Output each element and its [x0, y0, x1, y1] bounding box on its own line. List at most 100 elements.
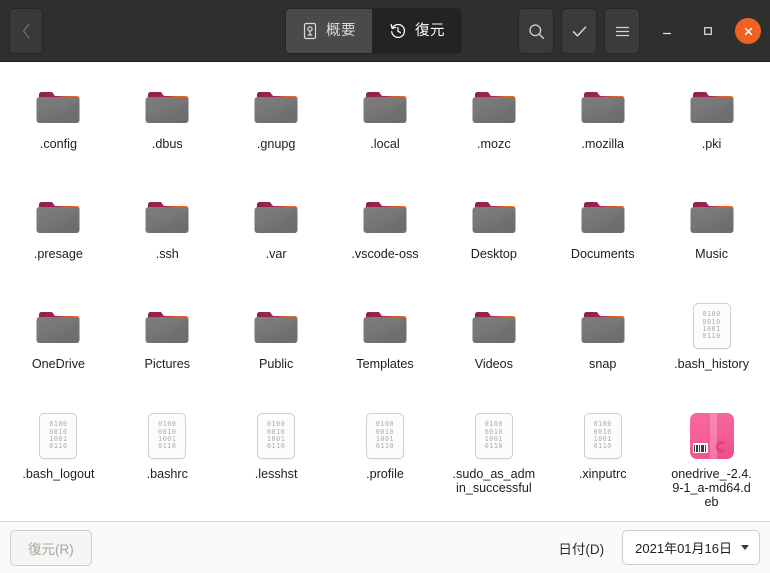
binary-file-icon: 0100 0010 1001 0110 — [39, 413, 78, 459]
file-item[interactable]: 0100 0010 1001 0110 .bashrc — [113, 406, 222, 516]
file-item[interactable]: .var — [222, 186, 331, 296]
restore-button[interactable]: 復元(R) — [10, 529, 92, 566]
file-item-label: .bash_history — [674, 357, 750, 371]
folder-icon — [34, 82, 82, 130]
file-item[interactable]: snap — [548, 296, 657, 406]
folder-icon — [579, 302, 627, 350]
file-item-label: Documents — [570, 247, 635, 261]
file-item-label: .pki — [701, 137, 722, 151]
folder-icon — [361, 302, 409, 350]
file-item-icon: 0100 0010 1001 0110 — [361, 412, 409, 460]
file-item-label: snap — [589, 357, 617, 371]
folder-icon — [579, 82, 627, 130]
binary-file-icon-bits: 0110 — [266, 442, 286, 451]
folder-icon — [688, 192, 736, 240]
date-dropdown-value: 2021年01月16日 — [635, 541, 732, 556]
file-item-icon — [252, 302, 300, 350]
file-item-icon — [470, 82, 518, 130]
folder-icon — [143, 302, 191, 350]
binary-file-icon-bits: 0110 — [484, 442, 503, 451]
file-item-label: .sudo_as_admin_successful — [452, 467, 536, 495]
file-item[interactable]: .presage — [4, 186, 113, 296]
file-item[interactable]: .local — [331, 76, 440, 186]
binary-file-icon-bits: 0110 — [702, 332, 721, 341]
file-item-label: Templates — [356, 357, 414, 371]
file-item[interactable]: 0100 0010 1001 0110 .xinputrc — [548, 406, 657, 516]
file-item[interactable]: 0100 0010 1001 0110 .sudo_as_admin_successfu… — [439, 406, 548, 516]
file-item-icon — [361, 82, 409, 130]
maximize-icon — [704, 27, 712, 35]
file-item[interactable]: .mozilla — [548, 76, 657, 186]
search-button[interactable] — [518, 8, 554, 54]
file-item[interactable]: .mozc — [439, 76, 548, 186]
file-item[interactable]: OneDrive — [4, 296, 113, 406]
folder-icon — [143, 192, 191, 240]
header-bar-actions — [518, 8, 761, 54]
file-item[interactable]: 0100 0010 1001 0110 .lesshst — [222, 406, 331, 516]
folder-icon — [470, 302, 518, 350]
folder-icon — [579, 192, 627, 240]
binary-file-icon: 0100 0010 1001 0110 — [257, 413, 296, 459]
deb-package-icon — [689, 413, 734, 459]
folder-icon — [470, 192, 518, 240]
file-item-icon — [34, 302, 82, 350]
file-item-icon — [143, 82, 191, 130]
file-item[interactable]: 0100 0010 1001 0110 .bash_history — [657, 296, 766, 406]
file-item-icon — [361, 192, 409, 240]
file-item[interactable]: .ssh — [113, 186, 222, 296]
file-item-icon — [143, 302, 191, 350]
file-item-label: .bash_logout — [22, 467, 95, 481]
file-item[interactable]: onedrive_-2.4.9-1_a-md64.deb — [657, 406, 766, 516]
file-item-icon — [34, 192, 82, 240]
file-item-icon — [252, 82, 300, 130]
file-item-icon: 0100 0010 1001 0110 — [470, 412, 518, 460]
file-item-label: .bashrc — [146, 467, 188, 481]
file-item-icon — [252, 192, 300, 240]
file-item[interactable]: 0100 0010 1001 0110 .bash_logout — [4, 406, 113, 516]
date-dropdown[interactable]: 2021年01月16日 — [622, 530, 760, 565]
drive-icon — [303, 22, 317, 40]
file-item[interactable]: Templates — [331, 296, 440, 406]
file-item-label: .profile — [366, 467, 404, 481]
file-item-label: Music — [695, 247, 728, 261]
chevron-left-icon — [22, 22, 30, 39]
file-item[interactable]: .gnupg — [222, 76, 331, 186]
file-item-icon: 0100 0010 1001 0110 — [143, 412, 191, 460]
file-item[interactable]: Desktop — [439, 186, 548, 296]
minimize-button[interactable] — [653, 17, 681, 45]
file-item-label: Public — [258, 357, 294, 371]
file-item-icon — [688, 412, 736, 460]
binary-file-icon-bits: 0110 — [593, 442, 612, 451]
select-button[interactable] — [561, 8, 597, 54]
file-item[interactable]: Videos — [439, 296, 548, 406]
file-item[interactable]: .pki — [657, 76, 766, 186]
file-item-icon — [34, 82, 82, 130]
file-item[interactable]: .vscode-oss — [331, 186, 440, 296]
file-item[interactable]: Documents — [548, 186, 657, 296]
folder-icon — [252, 82, 300, 130]
menu-button[interactable] — [604, 8, 640, 54]
file-item-label: Videos — [474, 357, 513, 371]
maximize-button[interactable] — [694, 17, 722, 45]
file-item[interactable]: Public — [222, 296, 331, 406]
file-item[interactable]: Pictures — [113, 296, 222, 406]
file-item-icon — [579, 302, 627, 350]
file-item-label: onedrive_-2.4.9-1_a-md64.deb — [671, 467, 752, 509]
header-bar: 概要 復元 — [0, 0, 770, 62]
file-item-icon: 0100 0010 1001 0110 — [579, 412, 627, 460]
hamburger-menu-icon — [615, 26, 629, 36]
file-item[interactable]: .dbus — [113, 76, 222, 186]
tab-overview[interactable]: 概要 — [285, 8, 372, 54]
file-item[interactable]: .config — [4, 76, 113, 186]
tab-restore[interactable]: 復元 — [372, 8, 462, 54]
binary-file-icon: 0100 0010 1001 0110 — [365, 413, 404, 459]
view-tabs: 概要 復元 — [285, 8, 462, 54]
file-browser-content[interactable]: .config .dbus .gnupg .local .mozc .mozilla .pk… — [0, 62, 770, 521]
file-item-label: .vscode-oss — [351, 247, 419, 261]
file-item-icon — [579, 192, 627, 240]
back-button[interactable] — [9, 7, 43, 54]
file-item[interactable]: 0100 0010 1001 0110 .profile — [331, 406, 440, 516]
file-item-icon — [688, 82, 736, 130]
close-button[interactable] — [735, 18, 761, 44]
file-item[interactable]: Music — [657, 186, 766, 296]
